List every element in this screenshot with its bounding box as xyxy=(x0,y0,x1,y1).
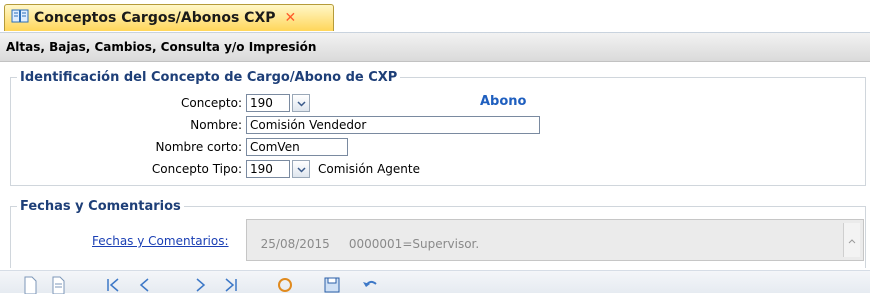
identificacion-legend: Identificación del Concepto de Cargo/Abo… xyxy=(20,70,398,85)
document-icon[interactable] xyxy=(48,276,68,296)
scroll-up-icon xyxy=(848,233,856,247)
concepto-input[interactable]: 190 xyxy=(246,94,290,112)
tab-title: Conceptos Cargos/Abonos CXP xyxy=(34,10,276,26)
nombre-label: Nombre: xyxy=(190,118,242,132)
scrollbar[interactable] xyxy=(843,223,860,257)
concepto-tipo-input[interactable]: 190 xyxy=(246,160,290,178)
mode-header-text: Altas, Bajas, Cambios, Consulta y/o Impr… xyxy=(6,40,317,54)
tab-bar: Conceptos Cargos/Abonos CXP ✕ xyxy=(0,0,870,33)
tipo-movimiento-label: Abono xyxy=(480,94,527,109)
comentarios-text: 25/08/2015 0000001=Supervisor. xyxy=(260,237,480,251)
fechas-comentarios-link[interactable]: Fechas y Comentarios: xyxy=(92,234,229,248)
nombre-input[interactable]: Comisión Vendedor xyxy=(246,116,540,134)
save-icon[interactable] xyxy=(322,276,342,296)
chevron-down-icon xyxy=(296,162,306,176)
chevron-down-icon xyxy=(296,96,306,110)
previous-record-icon[interactable] xyxy=(135,276,155,296)
toolbar xyxy=(0,270,870,296)
tab-conceptos-cargos-abonos[interactable]: Conceptos Cargos/Abonos CXP ✕ xyxy=(4,4,334,31)
next-record-icon[interactable] xyxy=(190,276,210,296)
new-icon[interactable] xyxy=(20,276,40,296)
concepto-tipo-dropdown[interactable] xyxy=(292,160,310,178)
book-icon xyxy=(11,9,29,27)
concepto-dropdown[interactable] xyxy=(292,94,310,112)
close-icon[interactable]: ✕ xyxy=(285,10,297,26)
first-record-icon[interactable] xyxy=(103,276,123,296)
nombre-corto-input[interactable]: ComVen xyxy=(246,138,348,156)
fechas-legend: Fechas y Comentarios xyxy=(20,199,181,214)
concepto-label: Concepto: xyxy=(180,96,242,110)
last-record-icon[interactable] xyxy=(221,276,241,296)
concepto-tipo-description: Comisión Agente xyxy=(318,162,420,176)
search-icon[interactable] xyxy=(276,276,296,296)
concepto-tipo-label: Concepto Tipo: xyxy=(151,162,242,176)
nombre-corto-label: Nombre corto: xyxy=(155,140,242,154)
mode-header: Altas, Bajas, Cambios, Consulta y/o Impr… xyxy=(0,33,870,62)
comentarios-textarea[interactable]: 25/08/2015 0000001=Supervisor. xyxy=(246,219,864,261)
undo-icon[interactable] xyxy=(360,276,380,296)
